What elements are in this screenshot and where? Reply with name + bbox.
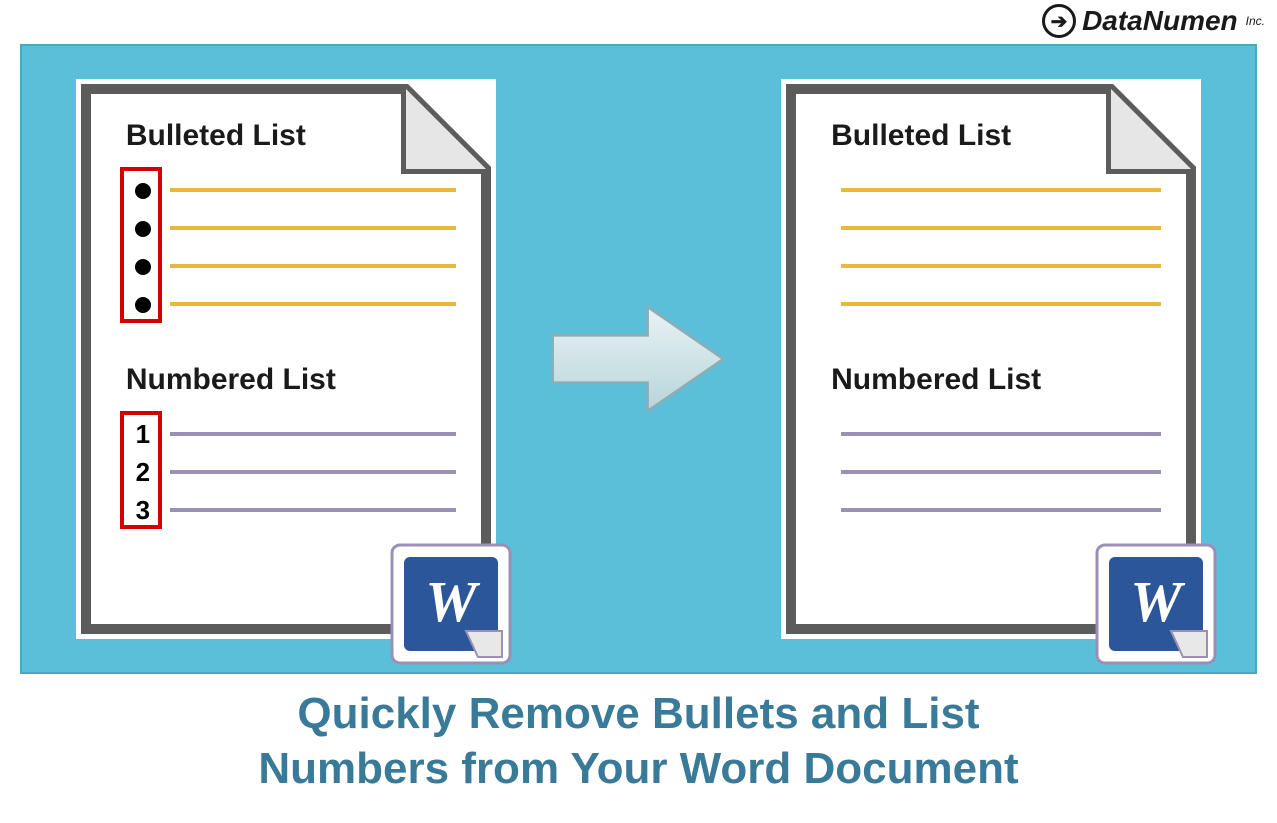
list-number: 1 bbox=[126, 419, 160, 450]
brand-logo: ➔ DataNumen Inc. bbox=[1042, 4, 1265, 38]
bulleted-list-title: Bulleted List bbox=[126, 119, 456, 153]
text-placeholder-line bbox=[841, 188, 1161, 192]
brand-name: DataNumen bbox=[1082, 5, 1238, 37]
list-item: 3 bbox=[126, 491, 456, 529]
list-item: 1 bbox=[126, 415, 456, 453]
numbered-list-title: Numbered List bbox=[831, 363, 1161, 397]
list-number: 3 bbox=[126, 495, 160, 526]
text-placeholder-line bbox=[170, 508, 456, 512]
bullet-icon bbox=[126, 175, 160, 206]
svg-text:W: W bbox=[1130, 569, 1185, 634]
text-placeholder-line bbox=[170, 188, 456, 192]
list-item bbox=[831, 285, 1161, 323]
text-placeholder-line bbox=[170, 470, 456, 474]
list-item: 2 bbox=[126, 453, 456, 491]
caption-line-2: Numbers from Your Word Document bbox=[40, 741, 1237, 796]
list-item bbox=[831, 453, 1161, 491]
numbered-list-title: Numbered List bbox=[126, 363, 456, 397]
caption-line-1: Quickly Remove Bullets and List bbox=[40, 686, 1237, 741]
list-item bbox=[126, 285, 456, 323]
bullet-icon bbox=[126, 213, 160, 244]
text-placeholder-line bbox=[170, 226, 456, 230]
caption: Quickly Remove Bullets and List Numbers … bbox=[0, 686, 1277, 796]
text-placeholder-line bbox=[841, 226, 1161, 230]
text-placeholder-line bbox=[841, 470, 1161, 474]
list-item bbox=[831, 491, 1161, 529]
text-placeholder-line bbox=[841, 508, 1161, 512]
list-item bbox=[831, 247, 1161, 285]
text-placeholder-line bbox=[170, 432, 456, 436]
list-item bbox=[126, 171, 456, 209]
brand-logo-icon: ➔ bbox=[1042, 4, 1076, 38]
list-number: 2 bbox=[126, 457, 160, 488]
svg-text:W: W bbox=[425, 569, 480, 634]
bulleted-list-block: Bulleted List bbox=[126, 119, 456, 323]
numbered-list-block: Numbered List 1 2 3 bbox=[126, 363, 456, 529]
text-placeholder-line bbox=[170, 302, 456, 306]
word-app-icon: W bbox=[386, 539, 516, 669]
arrow-icon bbox=[543, 289, 733, 429]
bulleted-list-block: Bulleted List bbox=[831, 119, 1161, 323]
list-item bbox=[831, 415, 1161, 453]
word-app-icon: W bbox=[1091, 539, 1221, 669]
bullet-icon bbox=[126, 251, 160, 282]
after-document: Bulleted List Numbered List W bbox=[781, 79, 1201, 639]
text-placeholder-line bbox=[841, 264, 1161, 268]
bullet-icon bbox=[126, 289, 160, 320]
list-item bbox=[126, 247, 456, 285]
text-placeholder-line bbox=[170, 264, 456, 268]
before-document: Bulleted List Numbered List 1 bbox=[76, 79, 496, 639]
list-item bbox=[126, 209, 456, 247]
bulleted-list-title: Bulleted List bbox=[831, 119, 1161, 153]
text-placeholder-line bbox=[841, 432, 1161, 436]
numbered-list-block: Numbered List bbox=[831, 363, 1161, 529]
list-item bbox=[831, 209, 1161, 247]
diagram-panel: Bulleted List Numbered List 1 bbox=[20, 44, 1257, 674]
brand-suffix: Inc. bbox=[1246, 14, 1265, 28]
text-placeholder-line bbox=[841, 302, 1161, 306]
list-item bbox=[831, 171, 1161, 209]
